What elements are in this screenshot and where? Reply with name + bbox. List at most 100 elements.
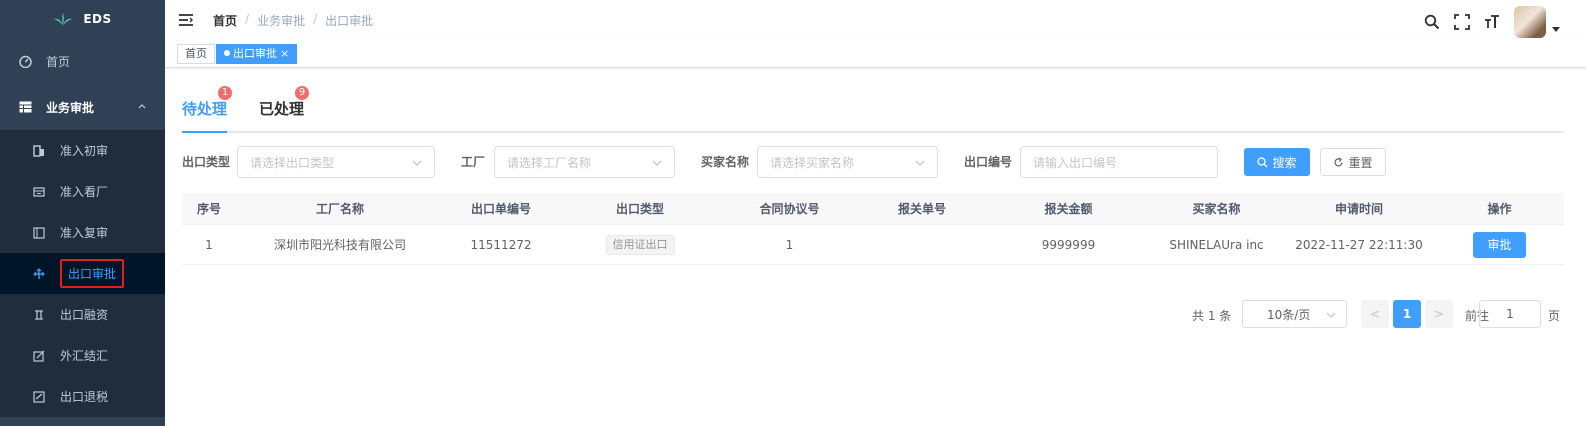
caret-down-icon[interactable] xyxy=(1552,25,1560,33)
sidebar-item-export-approval[interactable]: 出口审批 xyxy=(0,253,165,294)
factory-select[interactable]: 请选择工厂名称 xyxy=(494,146,675,178)
goto-page-input[interactable]: 1 xyxy=(1479,300,1541,328)
hamburger-icon[interactable] xyxy=(179,13,193,27)
tag-home[interactable]: 首页 xyxy=(177,44,215,64)
cell-action: 审批 xyxy=(1435,231,1564,258)
refresh-icon xyxy=(1334,157,1344,166)
cell-index: 1 xyxy=(205,237,213,252)
search-icon xyxy=(1257,156,1268,167)
tab-processed[interactable]: 已处理 9 xyxy=(259,86,309,119)
table-icon xyxy=(18,100,32,114)
button-label: 搜索 xyxy=(1272,155,1297,170)
sidebar-group-approval[interactable]: 业务审批 xyxy=(0,84,165,130)
approval-table: 序号 工厂名称 出口单编号 出口类型 合同协议号 报关单号 报关金额 买家名称 … xyxy=(182,193,1564,265)
select-placeholder: 请选择出口类型 xyxy=(250,155,335,170)
page-unit-label: 页 xyxy=(1548,309,1561,323)
chevron-down-icon xyxy=(412,160,422,166)
breadcrumb: 首页 / 业务审批 / 出口审批 xyxy=(213,12,373,29)
sidebar-item-label: 出口审批 xyxy=(60,259,125,288)
cell-time: 2022-11-27 22:11:30 xyxy=(1295,237,1423,252)
chevron-down-icon xyxy=(1326,312,1336,318)
tab-active-bar xyxy=(182,131,227,133)
status-tabs: 待处理 1 已处理 9 xyxy=(182,86,1564,133)
export-type-select[interactable]: 请选择出口类型 xyxy=(237,146,435,178)
header-contract-no: 合同协议号 xyxy=(759,202,820,216)
sidebar-item-access-factory[interactable]: 准入看厂 xyxy=(0,171,165,212)
select-placeholder: 请选择买家名称 xyxy=(770,155,855,170)
search-icon[interactable] xyxy=(1424,14,1440,30)
tag-export-approval[interactable]: 出口审批 × xyxy=(216,44,298,64)
tags-view: 首页 出口审批 × xyxy=(165,40,1586,68)
filter-label-factory: 工厂 xyxy=(461,155,486,169)
finance-icon xyxy=(32,308,46,322)
cell-buyer: SHINELAUra inc xyxy=(1169,237,1264,252)
header-customs-no: 报关单号 xyxy=(897,202,946,216)
breadcrumb-approval: 业务审批 xyxy=(257,13,306,28)
approve-button[interactable]: 审批 xyxy=(1473,231,1526,258)
cell-factory: 深圳市阳光科技有限公司 xyxy=(273,238,406,252)
header-factory: 工厂名称 xyxy=(315,202,364,216)
book-icon xyxy=(32,226,46,240)
active-dot-icon xyxy=(224,50,230,56)
sidebar-item-fx-settlement[interactable]: 外汇结汇 xyxy=(0,335,165,376)
sidebar-item-label: 出口退税 xyxy=(60,390,109,404)
cell-amount: 9999999 xyxy=(1041,237,1096,252)
filter-label-export-no: 出口编号 xyxy=(964,155,1013,169)
breadcrumb-home[interactable]: 首页 xyxy=(213,12,237,29)
page-size-select[interactable]: 10条/页 xyxy=(1242,300,1347,328)
header-actions xyxy=(1424,6,1560,38)
breadcrumb-separator: / xyxy=(245,11,250,26)
table-header: 序号 工厂名称 出口单编号 出口类型 合同协议号 报关单号 报关金额 买家名称 … xyxy=(182,193,1564,225)
prev-page-button[interactable]: < xyxy=(1361,300,1389,328)
sidebar-item-label: 准入初审 xyxy=(60,144,109,158)
cell-contract-no: 1 xyxy=(785,237,794,252)
sidebar-item-access-review[interactable]: 准入复审 xyxy=(0,212,165,253)
pagination-total: 共 1 条 xyxy=(1192,309,1232,323)
factory-icon xyxy=(32,185,46,199)
tab-badge: 9 xyxy=(295,86,309,100)
sidebar-item-export-finance[interactable]: 出口融资 xyxy=(0,294,165,335)
tab-pending[interactable]: 待处理 1 xyxy=(182,86,232,119)
filter-label-export-type: 出口类型 xyxy=(182,155,231,169)
export-type-tag: 信用证出口 xyxy=(605,234,675,255)
sidebar-group-label: 业务审批 xyxy=(46,100,95,115)
sidebar: EDS 首页 业务审批 准入初审 准入看厂 准入复审 出口审批 出口融资 外汇结… xyxy=(0,0,165,426)
header-index: 序号 xyxy=(196,202,221,216)
document-icon xyxy=(32,144,46,158)
close-icon[interactable]: × xyxy=(280,47,289,60)
sidebar-item-home[interactable]: 首页 xyxy=(0,38,165,84)
chevron-down-icon xyxy=(915,160,925,166)
search-button[interactable]: 搜索 xyxy=(1244,148,1310,176)
select-placeholder: 请选择工厂名称 xyxy=(507,155,592,170)
tab-label: 待处理 xyxy=(182,100,228,118)
sidebar-item-access-initial[interactable]: 准入初审 xyxy=(0,130,165,171)
font-size-icon[interactable] xyxy=(1484,14,1500,30)
header-buyer: 买家名称 xyxy=(1192,202,1241,216)
arrows-icon xyxy=(32,267,46,281)
avatar[interactable] xyxy=(1514,6,1546,38)
page-1-button[interactable]: 1 xyxy=(1393,300,1421,328)
reset-button[interactable]: 重置 xyxy=(1320,148,1386,176)
page-size-value: 10条/页 xyxy=(1267,307,1311,322)
button-label: 重置 xyxy=(1348,155,1373,170)
sidebar-item-label: 准入看厂 xyxy=(60,185,109,199)
fullscreen-icon[interactable] xyxy=(1454,14,1470,30)
tab-badge: 1 xyxy=(218,86,232,100)
input-placeholder: 请输入出口编号 xyxy=(1033,155,1118,170)
next-page-button[interactable]: > xyxy=(1425,300,1453,328)
filter-label-buyer: 买家名称 xyxy=(701,155,750,169)
table-row: 1 深圳市阳光科技有限公司 11511272 信用证出口 1 9999999 S… xyxy=(182,225,1564,265)
sidebar-item-label: 准入复审 xyxy=(60,226,109,240)
submenu: 准入初审 准入看厂 准入复审 出口审批 出口融资 外汇结汇 出口退税 xyxy=(0,130,165,417)
export-no-input[interactable]: 请输入出口编号 xyxy=(1020,146,1218,178)
app-title: EDS xyxy=(83,12,112,26)
buyer-select[interactable]: 请选择买家名称 xyxy=(757,146,938,178)
sidebar-item-label: 外汇结汇 xyxy=(60,349,109,363)
sidebar-item-export-rebate[interactable]: 出口退税 xyxy=(0,376,165,417)
cell-export-no: 11511272 xyxy=(470,237,532,252)
header-export-type: 出口类型 xyxy=(615,202,664,216)
edit-icon xyxy=(32,349,46,363)
header-action: 操作 xyxy=(1487,202,1512,216)
cell-export-type: 信用证出口 xyxy=(558,234,722,255)
tag-label: 出口审批 xyxy=(233,47,277,60)
